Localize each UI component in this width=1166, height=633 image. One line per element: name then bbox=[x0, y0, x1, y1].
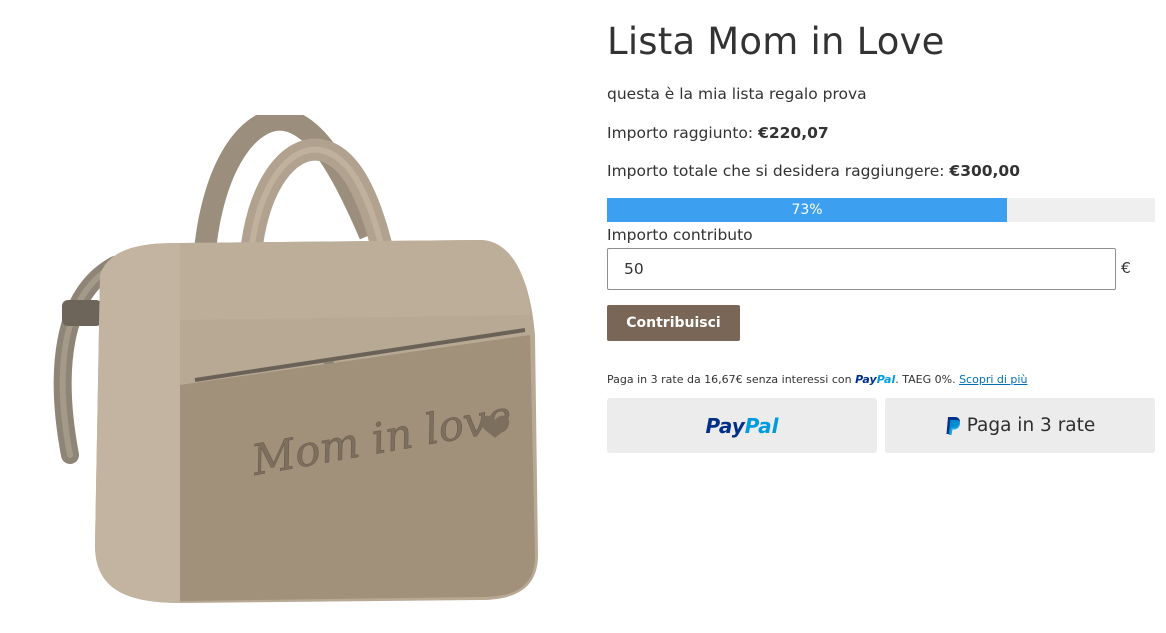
product-image: Mom in love bbox=[53, 115, 538, 603]
paypal-logo-pal: Pal bbox=[876, 373, 896, 386]
paypal-logo: PayPal bbox=[705, 414, 778, 438]
paylater-message-suffix: . TAEG 0%. bbox=[895, 373, 960, 386]
paypal-button[interactable]: PayPal bbox=[607, 398, 877, 453]
progress-bar-label: 73% bbox=[791, 202, 823, 218]
paypal-paylater-message: Paga in 3 rate da 16,67€ senza interessi… bbox=[607, 373, 1027, 386]
paypal-logo-pal: Pal bbox=[744, 413, 779, 438]
contribution-label: Importo contributo bbox=[607, 226, 753, 244]
paypal-paylater-button[interactable]: Paga in 3 rate bbox=[885, 398, 1155, 453]
amount-target-value: €300,00 bbox=[949, 162, 1021, 180]
learn-more-link[interactable]: Scopri di più bbox=[959, 373, 1027, 386]
amount-reached-value: €220,07 bbox=[758, 124, 829, 142]
amount-target: Importo totale che si desidera raggiunge… bbox=[607, 162, 1020, 180]
progress-bar-fill: 73% bbox=[607, 198, 1007, 222]
amount-target-label: Importo totale che si desidera raggiunge… bbox=[607, 162, 950, 180]
paylater-message-text: Paga in 3 rate da 16,67€ senza interessi… bbox=[607, 373, 856, 386]
paypal-p-icon bbox=[946, 416, 960, 435]
contribution-amount-input[interactable] bbox=[607, 248, 1116, 290]
list-description: questa è la mia lista regalo prova bbox=[607, 85, 867, 103]
paypal-logo-pay: Pay bbox=[705, 413, 745, 438]
currency-symbol: € bbox=[1121, 259, 1131, 277]
progress-bar: 73% bbox=[607, 198, 1155, 222]
paypal-logo-pay: Pay bbox=[855, 373, 877, 386]
bag-handle-back bbox=[194, 115, 381, 252]
amount-reached: Importo raggiunto: €220,07 bbox=[607, 124, 829, 142]
contribute-button[interactable]: Contribuisci bbox=[607, 305, 740, 341]
page-title: Lista Mom in Love bbox=[607, 20, 945, 63]
amount-reached-label: Importo raggiunto: bbox=[607, 124, 759, 142]
paylater-button-label: Paga in 3 rate bbox=[966, 415, 1096, 436]
paypal-inline-logo: PayPal bbox=[855, 373, 895, 386]
